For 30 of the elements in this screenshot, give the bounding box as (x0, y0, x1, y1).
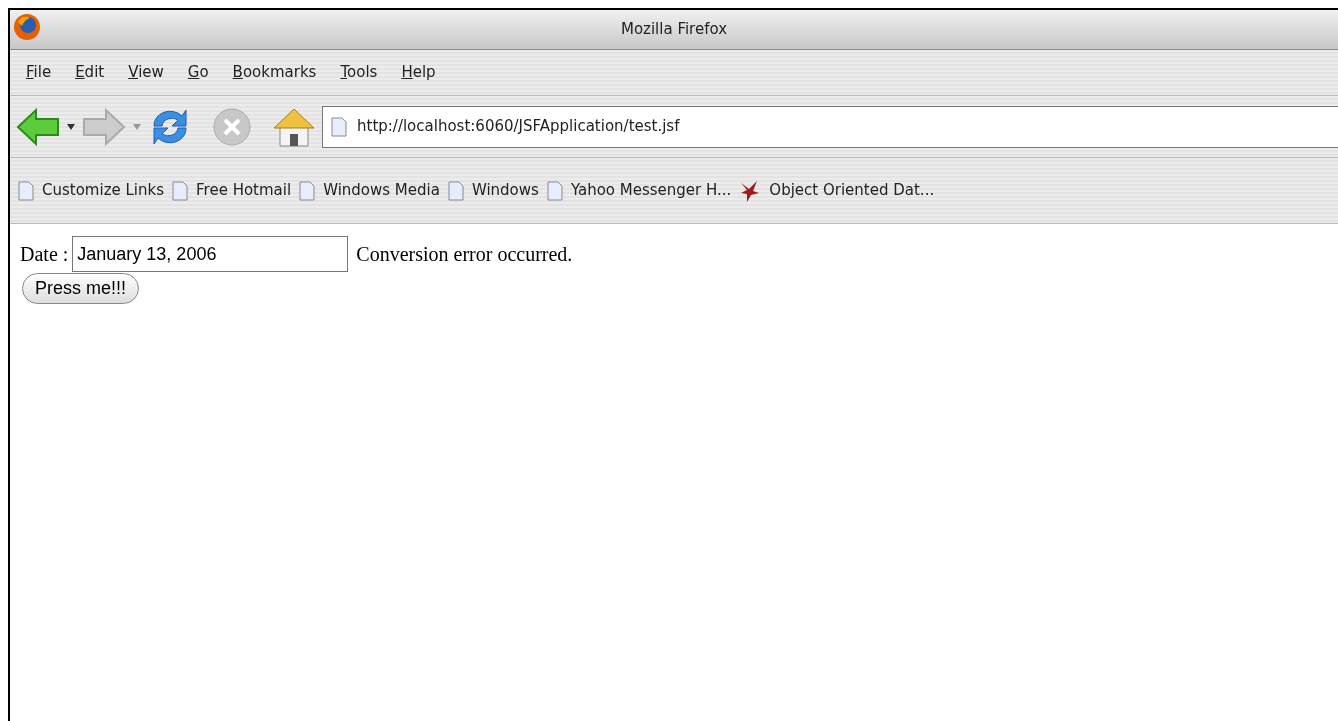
browser-logo-icon (12, 12, 42, 42)
bookmark-link[interactable]: Free Hotmail (196, 179, 292, 202)
bookmark-link[interactable]: Object Oriented Dat... (769, 179, 935, 202)
dropdown-caret-icon[interactable] (66, 122, 76, 131)
bookmark-link[interactable]: Customize Links (42, 179, 165, 202)
page-icon (299, 180, 316, 201)
forward-icon[interactable] (82, 106, 126, 147)
address-field[interactable]: http://localhost:6060/JSFApplication/test.jsf (322, 105, 1338, 148)
page-icon (331, 116, 347, 137)
menu-item[interactable]: File (14, 61, 64, 84)
date-field[interactable]: January 13, 2006 (72, 236, 349, 272)
bookmark-link[interactable]: Windows Media (323, 179, 440, 202)
menu-item[interactable]: Help (389, 61, 448, 84)
menu-item[interactable]: Edit (63, 61, 117, 84)
error-message: Conversion error occurred. (356, 242, 573, 267)
bookmark-link[interactable]: Windows (471, 179, 539, 202)
press-me-button[interactable]: Press me!!! (22, 273, 140, 304)
page-icon (447, 180, 464, 201)
menu-item[interactable]: Bookmarks (220, 61, 329, 84)
date-label: Date : (20, 242, 69, 267)
back-icon[interactable] (16, 106, 60, 147)
menu-item[interactable]: Go (175, 61, 221, 84)
bookmark-link[interactable]: Yahoo Messenger H... (570, 179, 732, 202)
menu-item[interactable]: View (116, 61, 176, 84)
window-title: Mozilla Firefox (620, 19, 728, 41)
page-icon (172, 180, 189, 201)
page-icon (18, 180, 34, 201)
menu-item[interactable]: Tools (328, 61, 390, 84)
stop-icon[interactable] (210, 105, 254, 148)
page-icon (546, 180, 563, 201)
